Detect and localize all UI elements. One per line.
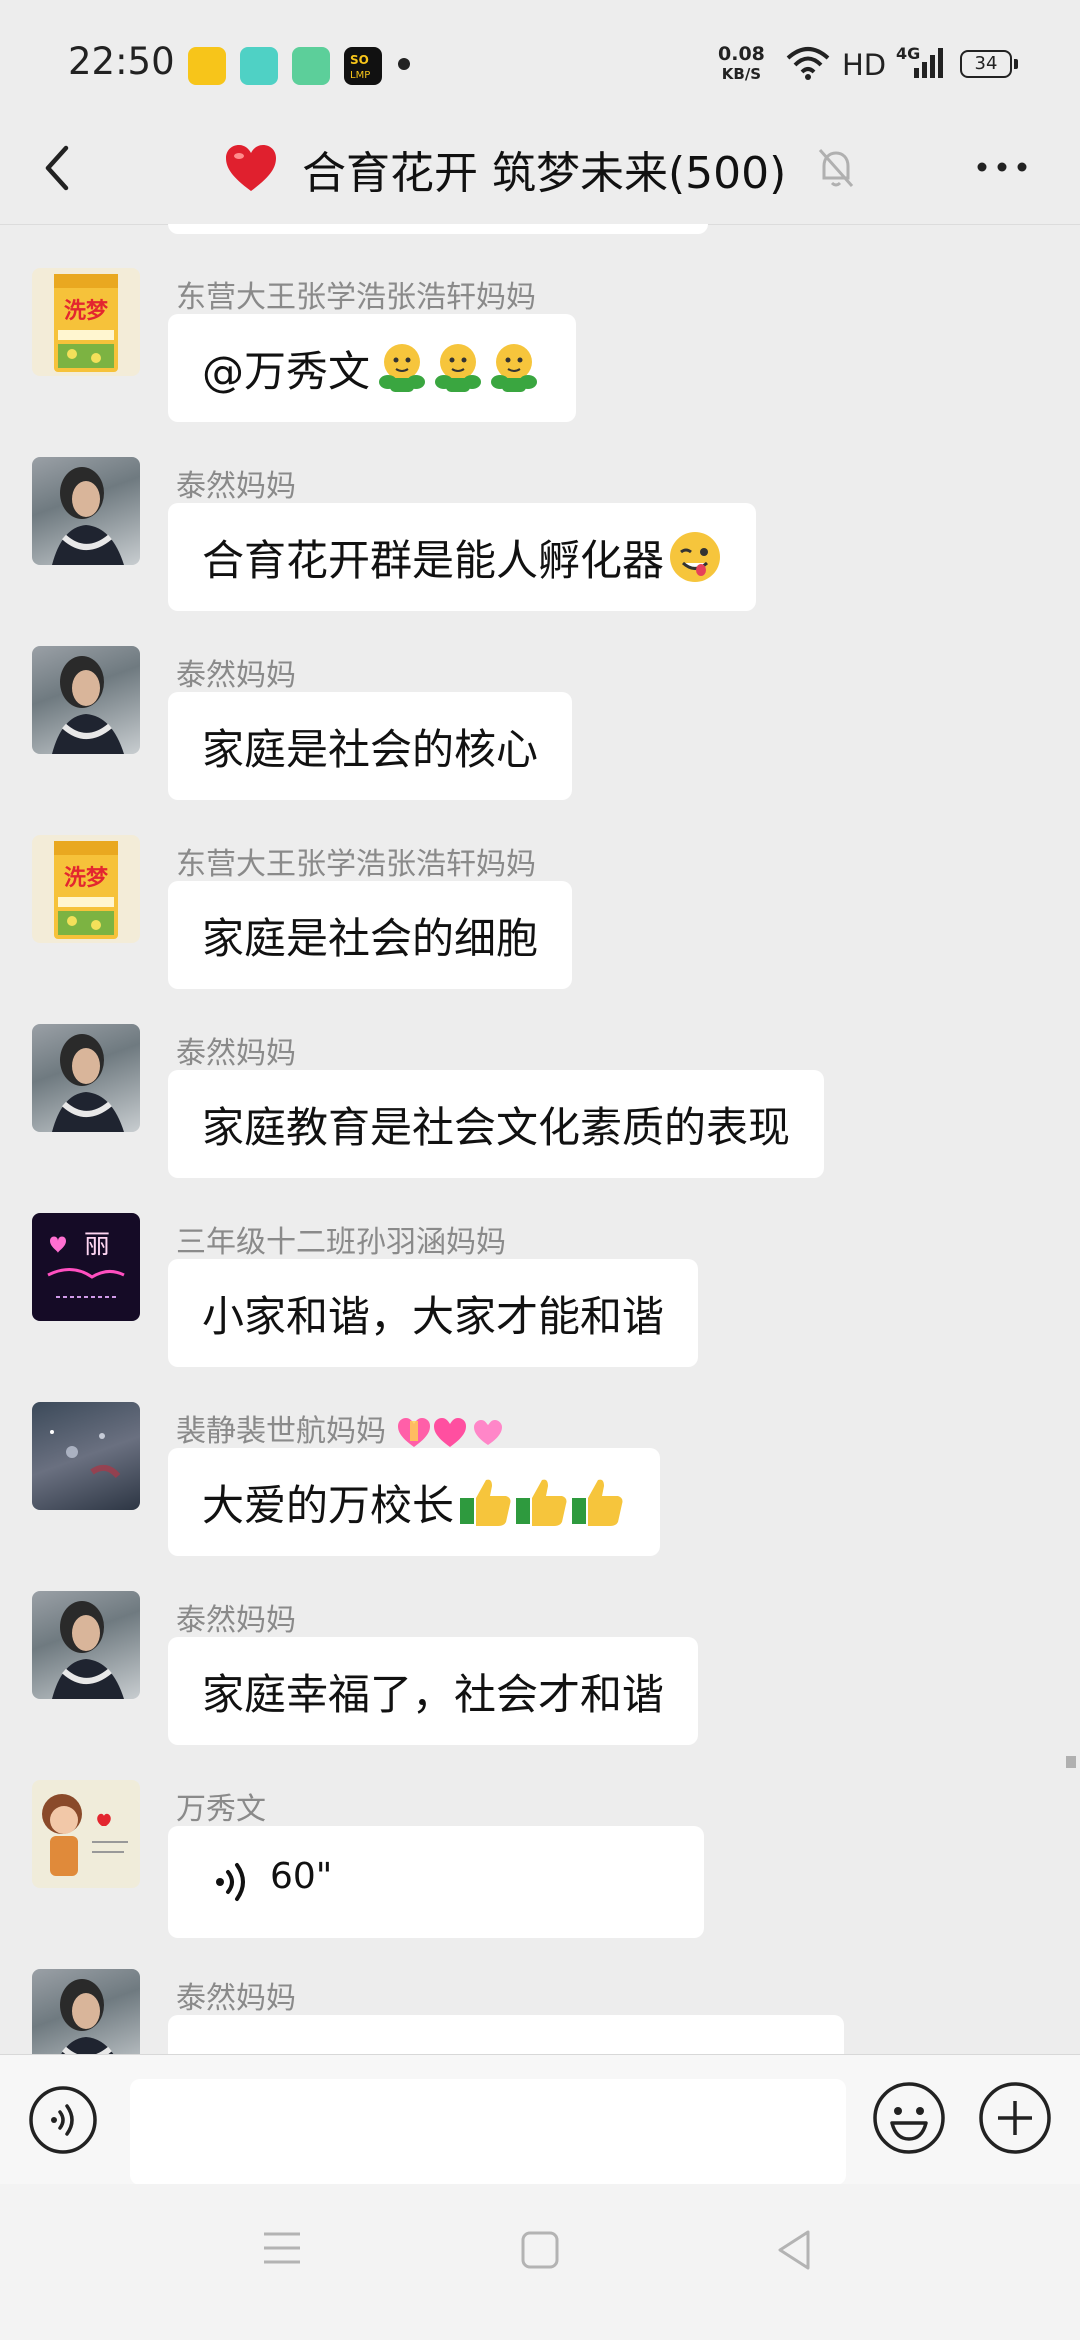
battery-icon: 34 bbox=[960, 50, 1018, 78]
previous-message-bubble bbox=[168, 224, 708, 234]
svg-text:洗梦: 洗梦 bbox=[64, 865, 109, 891]
message-bubble[interactable]: 合育花开群是能人孵化器 bbox=[168, 503, 757, 611]
notification-dot bbox=[398, 58, 410, 70]
hd-indicator: HD bbox=[842, 48, 887, 82]
sender-name: 东营大王张学浩张浩轩妈妈 bbox=[176, 280, 536, 315]
message-text: 家庭是社会的核心 bbox=[202, 724, 539, 774]
message-bubble[interactable]: @万秀文 bbox=[168, 314, 577, 422]
sender-name: 东营大王张学浩张浩轩妈妈 bbox=[176, 847, 536, 882]
rice-bag-avatar-image: 洗梦 bbox=[54, 841, 118, 939]
hugging-face-icon bbox=[379, 344, 538, 392]
svg-text:SO: SO bbox=[350, 53, 369, 67]
message-bubble[interactable]: 家庭是社会的细胞 bbox=[168, 881, 573, 989]
recent-apps-icon[interactable] bbox=[262, 2230, 302, 2266]
chat-header: 合育花开 筑梦未来(500) bbox=[0, 112, 1080, 225]
scroll-indicator bbox=[1066, 1756, 1076, 1768]
voice-message-bubble[interactable]: 60" bbox=[168, 1826, 704, 1938]
heart-decorations-icon bbox=[397, 1417, 502, 1447]
sender-name: 泰然妈妈 bbox=[176, 1981, 296, 2016]
message-text: @万秀文 bbox=[202, 346, 371, 396]
voice-input-button[interactable] bbox=[28, 2085, 98, 2155]
home-icon[interactable] bbox=[520, 2230, 560, 2270]
message-bubble[interactable]: 家庭幸福了，社会才和谐 bbox=[168, 1637, 699, 1745]
grid-app-icon bbox=[292, 47, 330, 85]
status-time: 22:50 bbox=[68, 40, 175, 83]
rice-bag-avatar-image: 洗梦 bbox=[54, 274, 118, 372]
voice-wave-icon bbox=[216, 1863, 245, 1901]
svg-text:LMP: LMP bbox=[350, 70, 370, 81]
avatar[interactable] bbox=[32, 1024, 140, 1132]
sender-name: 泰然妈妈 bbox=[176, 469, 296, 504]
sender-name: 泰然妈妈 bbox=[176, 1603, 296, 1638]
sender-name: 裴静裴世航妈妈 bbox=[176, 1406, 506, 1451]
avatar[interactable] bbox=[32, 457, 140, 565]
avatar[interactable]: 洗梦 bbox=[32, 268, 140, 376]
notes-app-icon bbox=[188, 47, 226, 85]
gallery-app-icon bbox=[240, 47, 278, 85]
wifi-icon bbox=[786, 47, 830, 80]
message-list[interactable]: 洗梦 东营大王张学浩张浩轩妈妈 @万秀文 泰然妈妈 合育花开群是能人孵化器 泰然… bbox=[0, 224, 1080, 2054]
woman-portrait-image bbox=[60, 1979, 114, 2054]
nav-back-icon[interactable] bbox=[774, 2228, 814, 2272]
message-text: 大爱的万校长 bbox=[202, 1480, 455, 1530]
woman-portrait-image bbox=[52, 1034, 124, 1132]
back-icon[interactable] bbox=[30, 140, 86, 196]
signal-icon bbox=[914, 48, 943, 78]
sender-name: 三年级十二班孙羽涵妈妈 bbox=[176, 1225, 506, 1260]
night-sky-avatar-image bbox=[50, 1430, 121, 1479]
heart-icon bbox=[226, 145, 276, 191]
message-bubble[interactable]: 家庭是社会的核心 bbox=[168, 692, 573, 800]
voice-duration: 60" bbox=[270, 1856, 333, 1897]
chat-title: 合育花开 筑梦未来(500) bbox=[302, 148, 787, 199]
chat-title-group: 合育花开 筑梦未来(500) bbox=[224, 134, 786, 204]
solmp-app-icon: SO LMP bbox=[344, 47, 382, 85]
message-text: 合育花开群是能人孵化器 bbox=[202, 535, 665, 585]
thumbs-up-icon bbox=[460, 1479, 623, 1526]
woman-portrait-image bbox=[52, 1601, 124, 1699]
message-input[interactable] bbox=[130, 2079, 846, 2185]
neon-sign-avatar-image: 丽 bbox=[47, 1230, 125, 1298]
winking-face-icon bbox=[670, 532, 721, 582]
system-nav-bar bbox=[0, 2184, 1080, 2340]
avatar[interactable]: 丽 bbox=[32, 1213, 140, 1321]
cartoon-girl-avatar-image bbox=[42, 1794, 128, 1876]
input-bar bbox=[0, 2054, 1080, 2185]
woman-portrait-image bbox=[52, 656, 124, 754]
more-actions-button[interactable] bbox=[978, 2081, 1052, 2155]
avatar[interactable] bbox=[32, 1402, 140, 1510]
avatar[interactable] bbox=[32, 1591, 140, 1699]
message-bubble[interactable]: 家庭教育是社会文化素质的表现 bbox=[168, 1070, 825, 1178]
status-bar: 22:50 SO LMP 0.08 KB/S HD 4G 34 bbox=[0, 0, 1080, 130]
avatar[interactable]: 洗梦 bbox=[32, 835, 140, 943]
message-bubble[interactable]: 大爱的万校长 bbox=[168, 1448, 661, 1556]
avatar[interactable] bbox=[32, 1780, 140, 1888]
emoji-button[interactable] bbox=[872, 2081, 946, 2155]
woman-portrait-image bbox=[52, 467, 124, 565]
svg-text:丽: 丽 bbox=[84, 1230, 110, 1260]
message-text: 家庭幸福了，社会才和谐 bbox=[202, 1669, 665, 1719]
message-text: 家庭教育是社会文化素质的表现 bbox=[202, 1102, 791, 1152]
message-text: 家庭是社会的细胞 bbox=[202, 913, 539, 963]
svg-text:洗梦: 洗梦 bbox=[64, 298, 109, 324]
avatar[interactable] bbox=[32, 1969, 140, 2054]
mute-bell-icon bbox=[818, 149, 854, 187]
message-bubble[interactable]: 小家和谐，大家才能和谐 bbox=[168, 1259, 699, 1367]
message-bubble[interactable] bbox=[168, 2015, 844, 2054]
sender-name: 万秀文 bbox=[176, 1792, 266, 1827]
network-speed: 0.08 KB/S bbox=[718, 43, 765, 83]
sender-name: 泰然妈妈 bbox=[176, 658, 296, 693]
sender-name: 泰然妈妈 bbox=[176, 1036, 296, 1071]
more-icon[interactable] bbox=[972, 142, 1032, 192]
avatar[interactable] bbox=[32, 646, 140, 754]
message-text: 小家和谐，大家才能和谐 bbox=[202, 1291, 665, 1341]
